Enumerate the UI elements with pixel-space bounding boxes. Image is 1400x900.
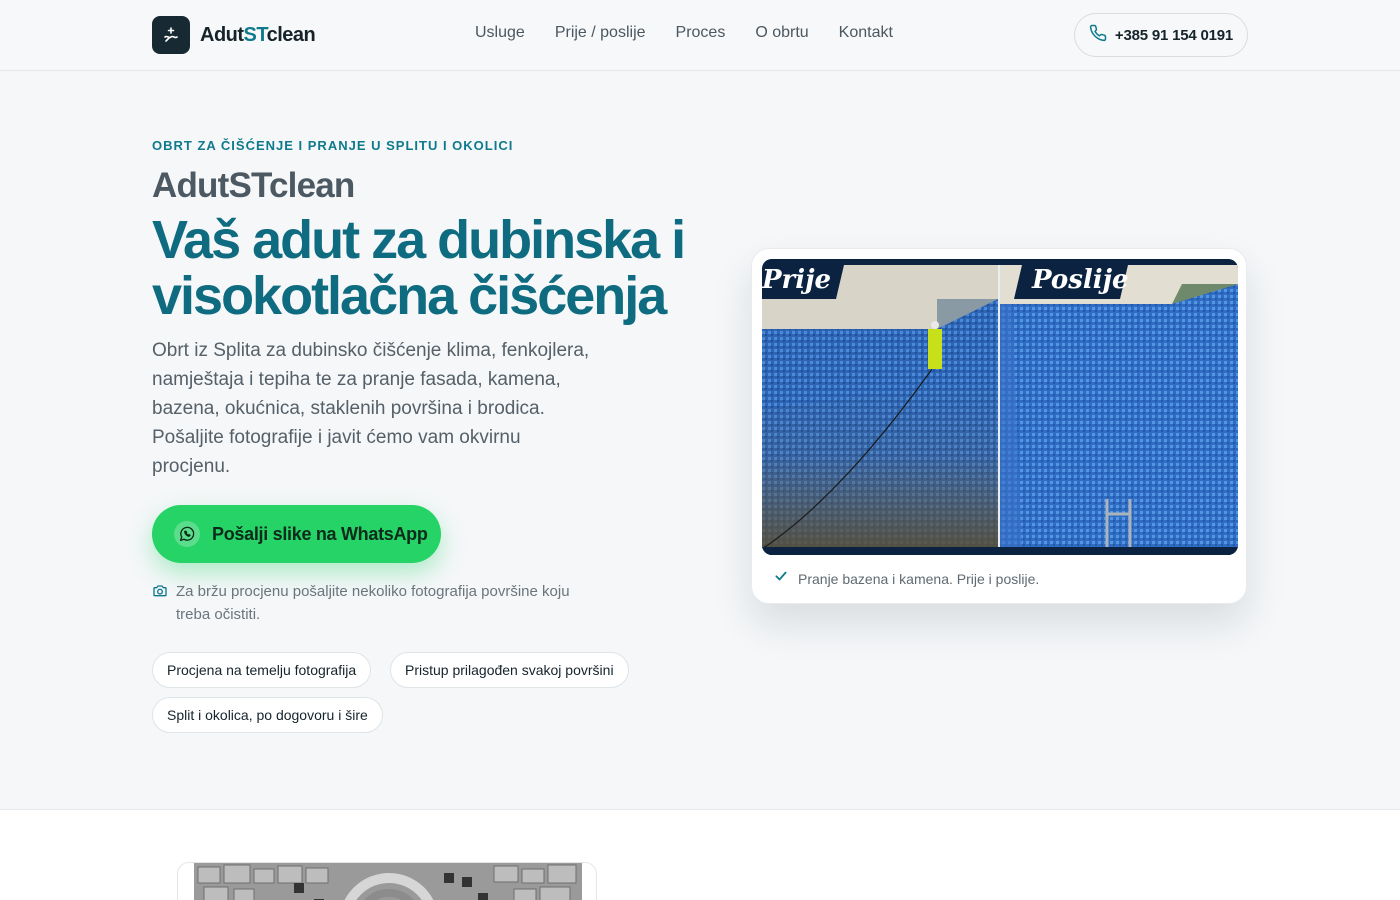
nav-link-proces[interactable]: Proces — [676, 24, 726, 42]
hero-lead: Obrt iz Splita za dubinsko čišćenje klim… — [152, 340, 590, 477]
whatsapp-cta-label: Pošalji slike na WhatsApp — [212, 523, 428, 544]
chip-tailored-approach: Pristup prilagođen svakoj površini — [390, 652, 629, 688]
photo-hint: Za bržu procjenu pošaljite nekoliko foto… — [152, 580, 592, 626]
phone-number: +385 91 154 0191 — [1114, 26, 1234, 44]
hero-headline: Vaš adut za dubinska i visokotlačna čišć… — [152, 210, 686, 326]
card-caption: Pranje bazena i kamena. Prije i poslije. — [774, 569, 1039, 588]
chip-photo-estimate: Procjena na temelju fotografija — [152, 652, 372, 688]
check-icon — [774, 569, 788, 588]
nav-link-prije-poslije[interactable]: Prije / poslije — [555, 24, 646, 42]
logo-mark-icon — [152, 16, 190, 54]
hero-eyebrow: OBRT ZA ČIŠĆENJE I PRANJE U SPLITU I OKO… — [152, 138, 514, 153]
nav-link-o-obrtu[interactable]: O obrtu — [755, 24, 808, 42]
service-card-image — [194, 863, 582, 900]
before-after-card: Prije Poslije Pranje bazena i kamena. Pr… — [751, 248, 1247, 604]
before-label: Prije — [762, 265, 832, 295]
before-after-photo: Prije Poslije — [762, 259, 1238, 555]
logo-text: AdutSTclean — [200, 23, 316, 46]
whatsapp-cta-button[interactable]: Pošalji slike na WhatsApp — [152, 505, 441, 563]
whatsapp-icon — [174, 521, 200, 547]
hero-brand-name: AdutSTclean — [152, 166, 355, 205]
service-card[interactable] — [177, 862, 597, 900]
nav-link-kontakt[interactable]: Kontakt — [839, 24, 893, 42]
nav-link-usluge[interactable]: Usluge — [475, 24, 525, 42]
main-nav: Usluge Prije / poslije Proces O obrtu Ko… — [475, 24, 923, 42]
logo[interactable]: AdutSTclean — [152, 16, 316, 54]
phone-icon — [1089, 24, 1107, 47]
photo-hint-text: Za bržu procjenu pošaljite nekoliko foto… — [176, 583, 570, 623]
card-caption-text: Pranje bazena i kamena. Prije i poslije. — [798, 570, 1040, 587]
site-header: AdutSTclean Usluge Prije / poslije Proce… — [0, 0, 1400, 71]
phone-button[interactable]: +385 91 154 0191 — [1074, 13, 1248, 57]
chip-service-area: Split i okolica, po dogovoru i šire — [152, 697, 383, 733]
camera-icon — [152, 583, 168, 626]
after-label: Poslije — [1032, 265, 1129, 295]
